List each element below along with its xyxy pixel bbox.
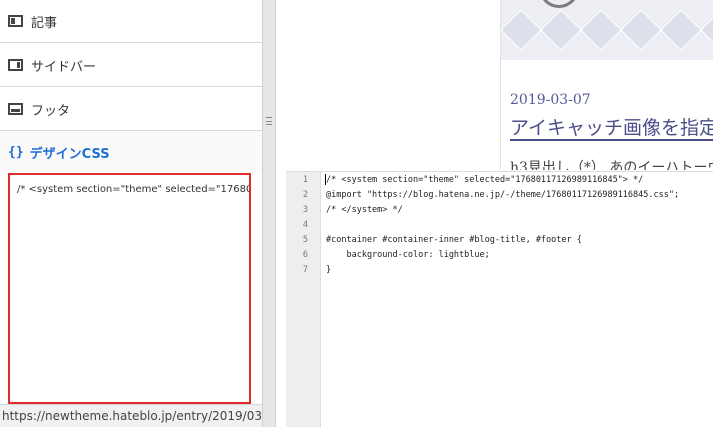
sidebar-layout-icon bbox=[8, 59, 23, 71]
eyecatch-pattern-icon bbox=[501, 9, 713, 51]
entry-title-text[interactable]: アイキャッチ画像を指定 bbox=[510, 117, 713, 141]
design-settings-panel: 記事 サイドバー フッタ {} デザインCSS bbox=[0, 0, 262, 427]
line-number: 7 bbox=[302, 265, 308, 275]
menu-item-article[interactable]: 記事 bbox=[0, 0, 262, 43]
design-css-label: デザインCSS bbox=[29, 146, 110, 162]
menu-item-sidebar[interactable]: サイドバー bbox=[0, 44, 262, 87]
line-number: 3 bbox=[302, 205, 308, 215]
code-line: 7} bbox=[286, 264, 713, 277]
grip-icon bbox=[266, 117, 272, 125]
code-text[interactable]: @import "https://blog.hatena.ne.jp/-/the… bbox=[326, 189, 679, 202]
css-code-editor[interactable]: 1 /* <system section="theme" selected="17… bbox=[286, 171, 713, 427]
code-text[interactable]: #container #container-inner #blog-title,… bbox=[326, 234, 582, 247]
status-bar-url: https://newtheme.hateblo.jp/entry/2019/0… bbox=[0, 404, 282, 427]
menu-item-article-label: 記事 bbox=[31, 15, 58, 31]
code-line: 4 bbox=[286, 219, 713, 232]
code-line: 3 /* </system> */ bbox=[286, 204, 713, 217]
entry-date[interactable]: 2019-03-07 bbox=[510, 92, 591, 108]
code-line: 2 @import "https://blog.hatena.ne.jp/-/th… bbox=[286, 189, 713, 202]
panel-splitter[interactable] bbox=[262, 0, 276, 427]
code-text[interactable]: } bbox=[326, 264, 331, 277]
line-number: 2 bbox=[302, 190, 308, 200]
code-text[interactable]: background-color: lightblue; bbox=[326, 249, 489, 262]
eyecatch-image bbox=[501, 0, 713, 60]
code-line: 1 /* <system section="theme" selected="17… bbox=[286, 174, 713, 187]
article-icon bbox=[8, 15, 23, 27]
line-number: 5 bbox=[302, 235, 308, 245]
entry-title[interactable]: アイキャッチ画像を指定 bbox=[510, 113, 713, 141]
menu-item-sidebar-label: サイドバー bbox=[31, 59, 97, 75]
design-css-editor-highlight bbox=[8, 173, 251, 404]
code-text[interactable]: /* </system> */ bbox=[326, 204, 403, 217]
menu-item-footer[interactable]: フッタ bbox=[0, 88, 262, 131]
design-css-header[interactable]: {} デザインCSS bbox=[0, 131, 262, 173]
text-caret bbox=[325, 174, 326, 185]
design-css-textarea[interactable] bbox=[10, 175, 249, 402]
code-line: 5 #container #container-inner #blog-title… bbox=[286, 234, 713, 247]
menu-item-footer-label: フッタ bbox=[31, 103, 71, 119]
line-number: 4 bbox=[302, 220, 308, 230]
blog-preview: 2019-03-07 アイキャッチ画像を指定 h3見出し（*） あのイーハトーヴ… bbox=[500, 0, 713, 170]
entry-body-preview: h3見出し（*） あのイーハトーヴォ bbox=[510, 160, 713, 170]
line-number: 6 bbox=[302, 250, 308, 260]
footer-layout-icon bbox=[8, 103, 23, 115]
line-number: 1 bbox=[302, 175, 308, 185]
braces-icon: {} bbox=[8, 144, 24, 160]
code-text[interactable]: /* <system section="theme" selected="176… bbox=[326, 174, 643, 187]
code-line: 6 background-color: lightblue; bbox=[286, 249, 713, 262]
